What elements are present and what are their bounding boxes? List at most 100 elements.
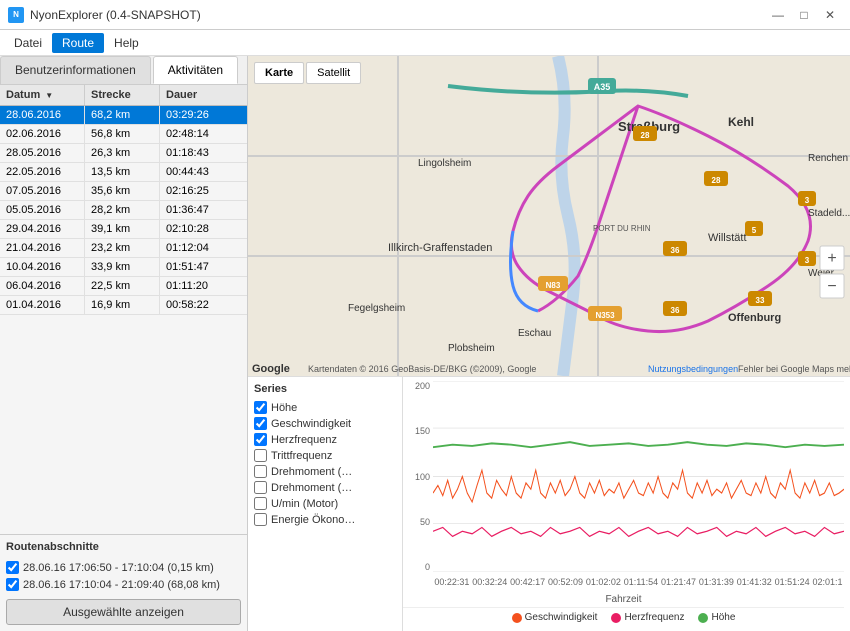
- menu-route[interactable]: Route: [52, 33, 104, 53]
- close-button[interactable]: ✕: [818, 6, 842, 24]
- series-item: Herzfrequenz: [254, 433, 396, 446]
- series-label: Energie Ökono…: [271, 514, 355, 526]
- series-item: Trittfrequenz: [254, 449, 396, 462]
- series-item: Drehmoment (…: [254, 481, 396, 494]
- x-axis-label: 00:32:24: [472, 577, 507, 587]
- cell-duration: 00:58:22: [160, 296, 235, 314]
- series-label: Drehmoment (…: [271, 466, 352, 478]
- svg-text:28: 28: [641, 131, 650, 140]
- cell-duration: 01:12:04: [160, 239, 235, 257]
- svg-text:36: 36: [671, 246, 680, 255]
- activity-table: 28.06.2016 68,2 km 03:29:26 02.06.2016 5…: [0, 106, 247, 534]
- table-row[interactable]: 28.06.2016 68,2 km 03:29:26: [0, 106, 247, 125]
- header-dauer[interactable]: Dauer: [160, 85, 235, 105]
- series-checkbox[interactable]: [254, 513, 267, 526]
- series-checkbox[interactable]: [254, 481, 267, 494]
- cell-duration: 02:48:14: [160, 125, 235, 143]
- cell-distance: 23,2 km: [85, 239, 160, 257]
- series-checkbox[interactable]: [254, 497, 267, 510]
- route-section-checkbox[interactable]: [6, 578, 19, 591]
- table-row[interactable]: 29.04.2016 39,1 km 02:10:28: [0, 220, 247, 239]
- series-title: Series: [254, 383, 396, 395]
- svg-text:Kehl: Kehl: [728, 115, 754, 129]
- tab-benutzerinformationen[interactable]: Benutzerinformationen: [0, 56, 151, 84]
- table-row[interactable]: 22.05.2016 13,5 km 00:44:43: [0, 163, 247, 182]
- table-row[interactable]: 10.04.2016 33,9 km 01:51:47: [0, 258, 247, 277]
- cell-duration: 01:51:47: [160, 258, 235, 276]
- map-satellit-button[interactable]: Satellit: [306, 62, 361, 84]
- series-label: Trittfrequenz: [271, 450, 332, 462]
- svg-text:Illkirch-Graffenstaden: Illkirch-Graffenstaden: [388, 242, 492, 254]
- series-checkbox[interactable]: [254, 465, 267, 478]
- cell-duration: 02:16:25: [160, 182, 235, 200]
- series-item: Energie Ökono…: [254, 513, 396, 526]
- cell-distance: 22,5 km: [85, 277, 160, 295]
- cell-date: 28.05.2016: [0, 144, 85, 162]
- menu-datei[interactable]: Datei: [4, 33, 52, 53]
- header-datum[interactable]: Datum ▼: [0, 85, 85, 105]
- maximize-button[interactable]: □: [792, 6, 816, 24]
- x-axis-title: Fahrzeit: [403, 594, 844, 605]
- chart-series-panel: Series Höhe Geschwindigkeit Herzfrequenz…: [248, 377, 403, 631]
- tab-aktivitaeten[interactable]: Aktivitäten: [153, 56, 238, 84]
- route-section-label: 28.06.16 17:06:50 - 17:10:04 (0,15 km): [23, 562, 214, 574]
- app-title: NyonExplorer (0.4-SNAPSHOT): [30, 8, 201, 22]
- series-item: U/min (Motor): [254, 497, 396, 510]
- cell-distance: 35,6 km: [85, 182, 160, 200]
- cell-distance: 68,2 km: [85, 106, 160, 124]
- table-row[interactable]: 21.04.2016 23,2 km 01:12:04: [0, 239, 247, 258]
- cell-date: 22.05.2016: [0, 163, 85, 181]
- table-row[interactable]: 05.05.2016 28,2 km 01:36:47: [0, 201, 247, 220]
- minimize-button[interactable]: —: [766, 6, 790, 24]
- table-row[interactable]: 28.05.2016 26,3 km 01:18:43: [0, 144, 247, 163]
- svg-text:3: 3: [805, 196, 810, 205]
- svg-text:Stadeld...: Stadeld...: [808, 208, 850, 219]
- svg-text:5: 5: [752, 226, 757, 235]
- x-axis-label: 01:41:32: [737, 577, 772, 587]
- series-label: Geschwindigkeit: [271, 418, 351, 430]
- svg-text:28: 28: [712, 176, 721, 185]
- series-checkbox[interactable]: [254, 417, 267, 430]
- title-bar: N NyonExplorer (0.4-SNAPSHOT) — □ ✕: [0, 0, 850, 30]
- x-axis-label: 00:52:09: [548, 577, 583, 587]
- right-panel: Karte Satellit: [248, 56, 850, 631]
- legend-item: Geschwindigkeit: [512, 612, 598, 623]
- route-section-checkbox[interactable]: [6, 561, 19, 574]
- table-row[interactable]: 02.06.2016 56,8 km 02:48:14: [0, 125, 247, 144]
- series-checkbox[interactable]: [254, 433, 267, 446]
- menu-help[interactable]: Help: [104, 33, 149, 53]
- table-row[interactable]: 01.04.2016 16,9 km 00:58:22: [0, 296, 247, 315]
- cell-duration: 00:44:43: [160, 163, 235, 181]
- cell-distance: 26,3 km: [85, 144, 160, 162]
- x-axis-label: 01:21:47: [661, 577, 696, 587]
- svg-text:+: +: [827, 250, 836, 267]
- cell-distance: 16,9 km: [85, 296, 160, 314]
- svg-text:Google: Google: [252, 363, 290, 375]
- svg-text:N353: N353: [595, 311, 615, 320]
- chart-legend: Geschwindigkeit Herzfrequenz Höhe: [403, 607, 844, 627]
- route-section-item: 28.06.16 17:10:04 - 21:09:40 (68,08 km): [0, 576, 247, 593]
- svg-text:Kartendaten © 2016 GeoBasis-DE: Kartendaten © 2016 GeoBasis-DE/BKG (©200…: [308, 364, 536, 374]
- cell-distance: 39,1 km: [85, 220, 160, 238]
- cell-date: 29.04.2016: [0, 220, 85, 238]
- left-panel: Benutzerinformationen Aktivitäten Datum …: [0, 56, 248, 631]
- chart-right: 200 150 100 50 0: [403, 377, 850, 631]
- cell-duration: 01:11:20: [160, 277, 235, 295]
- series-checkbox[interactable]: [254, 449, 267, 462]
- svg-text:−: −: [827, 278, 836, 295]
- map-karte-button[interactable]: Karte: [254, 62, 304, 84]
- series-label: Drehmoment (…: [271, 482, 352, 494]
- show-selected-button[interactable]: Ausgewählte anzeigen: [6, 599, 241, 625]
- cell-date: 07.05.2016: [0, 182, 85, 200]
- header-strecke[interactable]: Strecke: [85, 85, 160, 105]
- legend-label: Höhe: [711, 612, 735, 623]
- cell-duration: 01:18:43: [160, 144, 235, 162]
- svg-text:Plobsheim: Plobsheim: [448, 343, 495, 354]
- cell-date: 06.04.2016: [0, 277, 85, 295]
- cell-distance: 33,9 km: [85, 258, 160, 276]
- series-checkbox[interactable]: [254, 401, 267, 414]
- table-row[interactable]: 06.04.2016 22,5 km 01:11:20: [0, 277, 247, 296]
- y-axis: 200 150 100 50 0: [403, 381, 433, 572]
- table-row[interactable]: 07.05.2016 35,6 km 02:16:25: [0, 182, 247, 201]
- svg-text:Eschau: Eschau: [518, 328, 551, 339]
